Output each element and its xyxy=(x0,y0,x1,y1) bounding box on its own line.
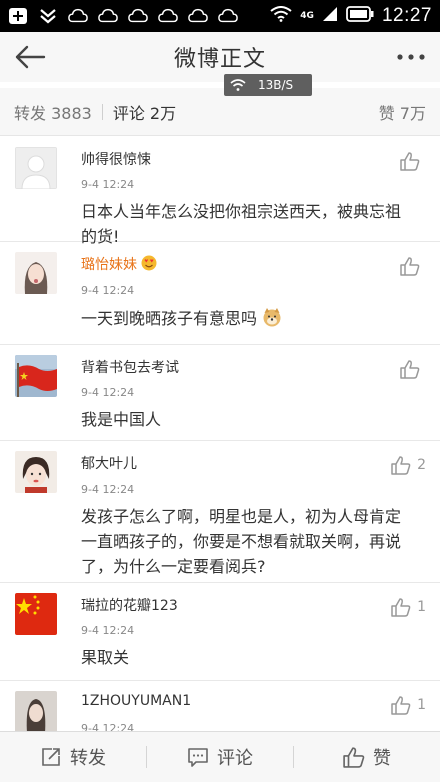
more-button[interactable] xyxy=(394,44,428,70)
edit-share-icon xyxy=(42,748,60,766)
like-label: 赞 xyxy=(373,748,391,769)
comment-item: 背着书包去考试 9-4 12:24 我是中国人 xyxy=(0,345,440,441)
comment-author[interactable]: 帅得很惊悚 xyxy=(81,149,151,169)
wifi-icon xyxy=(230,78,246,91)
like-button[interactable] xyxy=(400,151,426,171)
like-post-button[interactable]: 赞 xyxy=(294,732,440,783)
comment-list: 帅得很惊悚 9-4 12:24 日本人当年怎么没把你祖宗送西天，被典忘祖的货! … xyxy=(0,137,440,741)
comment-time: 9-4 12:24 xyxy=(81,624,135,637)
repost-button[interactable]: 转发 xyxy=(0,732,146,783)
comment-time: 9-4 12:24 xyxy=(81,386,135,399)
clock: 12:27 xyxy=(381,5,432,26)
comment-bubble-icon xyxy=(188,748,208,767)
page-title: 微博正文 xyxy=(173,47,266,72)
network-speed-indicator: 13B/S xyxy=(224,74,312,96)
comment-text-body: 一天到晚晒孩子有意思吗 xyxy=(81,309,258,328)
cloud-icon xyxy=(188,7,208,25)
avatar[interactable] xyxy=(15,451,57,493)
wifi-icon xyxy=(270,6,292,26)
comment-time: 9-4 12:24 xyxy=(81,483,135,496)
comment-tabs: 转发 3883 评论 2万 赞 7万 xyxy=(0,88,440,136)
network-type: 4G xyxy=(300,11,314,21)
tab-comment[interactable]: 评论 2万 xyxy=(113,100,176,124)
comment-author[interactable]: 1ZHOUYUMAN1 xyxy=(81,693,191,709)
avatar[interactable] xyxy=(15,252,57,294)
repost-label: 转发 xyxy=(70,748,106,769)
back-button[interactable] xyxy=(14,42,50,72)
heart-eyes-emoji-icon xyxy=(141,255,157,271)
cloud-icon xyxy=(68,7,88,25)
comment-text: 果取关 xyxy=(81,648,130,667)
comment-item: 瑞拉的花瓣123 9-4 12:24 果取关 1 xyxy=(0,583,440,681)
like-button[interactable]: 2 xyxy=(391,455,426,475)
battery-icon xyxy=(346,6,374,26)
avatar[interactable] xyxy=(15,593,57,635)
avatar[interactable] xyxy=(15,691,57,733)
like-count: 2 xyxy=(417,457,426,473)
like-button[interactable]: 1 xyxy=(391,695,426,715)
author-name: 璐怡妹妹 xyxy=(81,257,137,273)
speed-text: 13B/S xyxy=(258,78,294,92)
comment-time: 9-4 12:24 xyxy=(81,284,135,297)
thumbs-up-icon xyxy=(391,696,411,715)
comment-author[interactable]: 瑞拉的花瓣123 xyxy=(81,595,178,615)
comment-item: 郁大叶儿 9-4 12:24 发孩子怎么了啊，明星也是人，初为人母肯定一直晒孩子… xyxy=(0,441,440,583)
comment-button[interactable]: 评论 xyxy=(147,732,293,783)
comment-label: 评论 xyxy=(217,748,253,769)
cloud-icon xyxy=(98,7,118,25)
tab-repost[interactable]: 转发 3883 xyxy=(14,100,92,124)
cloud-icon xyxy=(158,7,178,25)
doge-emoji-icon xyxy=(263,308,281,327)
like-button[interactable]: 1 xyxy=(391,597,426,617)
like-count: 1 xyxy=(417,599,426,615)
comment-time: 9-4 12:24 xyxy=(81,178,135,191)
thumbs-up-icon xyxy=(400,257,420,276)
comment-author[interactable]: 璐怡妹妹 xyxy=(81,254,157,274)
more-dots-icon xyxy=(397,54,425,60)
thumbs-up-icon xyxy=(391,456,411,475)
comment-item: 璐怡妹妹 9-4 12:24 一天到晚晒孩子有意思吗 xyxy=(0,242,440,345)
thumbs-up-icon xyxy=(391,598,411,617)
thumbs-up-icon xyxy=(343,747,365,768)
comment-author[interactable]: 背着书包去考试 xyxy=(81,357,179,377)
navigation-bar: 微博正文 xyxy=(0,32,440,82)
avatar[interactable] xyxy=(15,355,57,397)
cloud-icon xyxy=(218,7,238,25)
comment-text: 我是中国人 xyxy=(81,410,162,429)
thumbs-up-icon xyxy=(400,360,420,379)
like-button[interactable] xyxy=(400,359,426,379)
comment-item: 帅得很惊悚 9-4 12:24 日本人当年怎么没把你祖宗送西天，被典忘祖的货! xyxy=(0,137,440,246)
status-bar: 4G 12:27 xyxy=(0,0,440,32)
signal-icon xyxy=(322,6,338,26)
thumbs-up-icon xyxy=(400,152,420,171)
bottom-action-bar: 转发 评论 赞 xyxy=(0,731,440,782)
tab-like[interactable]: 赞 7万 xyxy=(379,100,426,124)
comment-text: 发孩子怎么了啊，明星也是人，初为人母肯定一直晒孩子的，你要是不想看就取关啊，再说… xyxy=(81,507,402,576)
like-button[interactable] xyxy=(400,256,426,276)
download-icon xyxy=(38,7,58,25)
comment-text: 一天到晚晒孩子有意思吗 xyxy=(81,306,416,331)
like-count: 1 xyxy=(417,697,426,713)
cloud-icon xyxy=(128,7,148,25)
add-icon xyxy=(8,7,28,25)
tab-divider xyxy=(101,103,103,120)
comment-author[interactable]: 郁大叶儿 xyxy=(81,453,137,473)
arrow-left-icon xyxy=(15,45,46,69)
avatar[interactable] xyxy=(15,147,57,189)
